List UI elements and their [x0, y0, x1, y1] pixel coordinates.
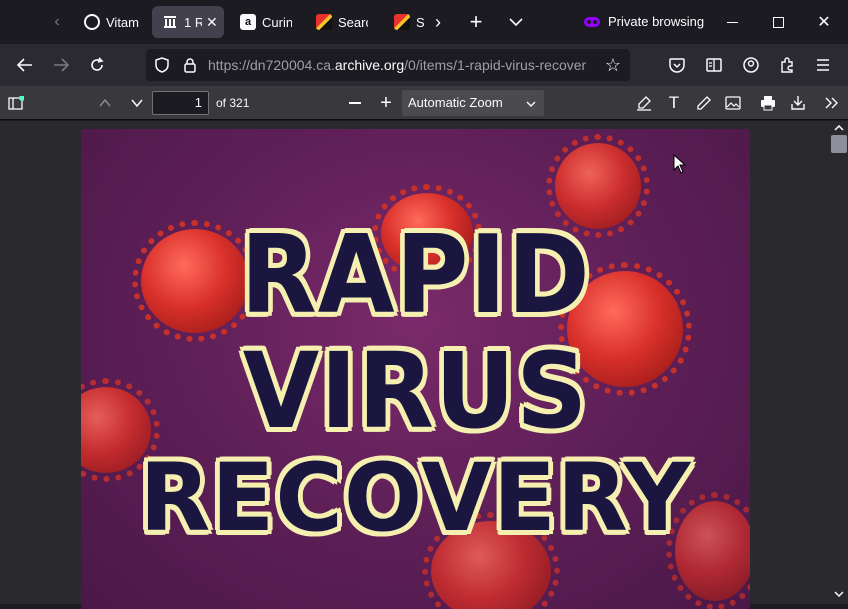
scrollbar-thumb[interactable]	[831, 135, 847, 153]
search-engine-icon	[394, 14, 410, 30]
tracking-protection-shield-icon[interactable]	[152, 56, 172, 74]
extensions-icon[interactable]	[776, 54, 798, 76]
maximize-icon[interactable]	[768, 12, 788, 32]
scroll-up-arrow-icon[interactable]	[833, 123, 845, 133]
url-path: /0/items/1-rapid-virus-recover	[404, 57, 587, 73]
pdf-toolbar: 1 of 321 + Automatic Zoom T	[0, 86, 848, 120]
cover-title-line-2: VIRUS	[242, 330, 589, 452]
next-page-icon[interactable]	[128, 94, 146, 112]
amazon-icon: a	[240, 14, 256, 30]
minimize-icon[interactable]	[722, 12, 742, 32]
tab-search-1[interactable]: Searc	[316, 6, 368, 38]
tools-overflow-icon[interactable]	[822, 93, 842, 113]
page-count-label: of 321	[216, 96, 250, 110]
highlight-icon[interactable]	[634, 93, 654, 113]
tab-label: Curin	[262, 14, 292, 30]
tab-amazon[interactable]: a Curin	[240, 6, 292, 38]
private-mask-icon	[584, 16, 600, 27]
address-bar[interactable]: https://dn720004.ca.archive.org/0/items/…	[146, 49, 630, 81]
url-text[interactable]: https://dn720004.ca.archive.org/0/items/…	[208, 57, 600, 73]
pdf-viewer-container[interactable]: RAPID VIRUS RECOVERY	[0, 121, 848, 609]
archive-icon	[162, 14, 178, 30]
text-tool-icon[interactable]: T	[664, 93, 684, 113]
reader-view-icon[interactable]	[703, 54, 725, 76]
pdf-page-cover: RAPID VIRUS RECOVERY	[81, 129, 750, 609]
lock-icon[interactable]	[180, 56, 200, 74]
list-all-tabs-icon[interactable]	[505, 12, 527, 32]
chevron-down-icon	[526, 90, 536, 116]
ring-icon	[84, 14, 100, 30]
search-engine-icon	[316, 14, 332, 30]
tab-label: Se	[416, 14, 424, 30]
url-prefix: https://dn720004.ca.	[208, 57, 335, 73]
draw-pen-icon[interactable]	[694, 93, 714, 113]
tab-archive[interactable]: 1 R ✕	[152, 6, 224, 38]
image-tool-icon[interactable]	[723, 93, 743, 113]
cover-title-line-3: RECOVERY	[139, 444, 692, 553]
navigation-toolbar: https://dn720004.ca.archive.org/0/items/…	[0, 44, 848, 86]
tab-search-2[interactable]: Se	[394, 6, 424, 38]
close-tab-icon[interactable]: ✕	[206, 14, 218, 31]
url-domain: archive.org	[334, 57, 405, 73]
print-icon[interactable]	[758, 93, 778, 113]
tab-label: 1 R	[184, 14, 202, 30]
page-number-input[interactable]: 1	[152, 91, 209, 115]
tab-scroll-right-icon[interactable]: ›	[428, 12, 448, 32]
forward-icon[interactable]	[50, 54, 72, 76]
bookmark-star-icon[interactable]: ☆	[602, 55, 624, 75]
vertical-scrollbar[interactable]	[830, 121, 848, 604]
save-download-icon[interactable]	[788, 93, 808, 113]
tab-vitamin[interactable]: Vitam	[84, 6, 140, 38]
reload-icon[interactable]	[86, 54, 108, 76]
new-tab-icon[interactable]: +	[465, 9, 487, 34]
mouse-pointer-icon	[673, 153, 687, 174]
tab-strip: ‹ Vitam 1 R ✕ a Curin Searc Se › + Priva…	[0, 0, 848, 44]
tab-label: Vitam	[106, 14, 139, 30]
private-browsing-label: Private browsing	[608, 14, 705, 29]
private-browsing-indicator: Private browsing	[584, 14, 704, 29]
scroll-down-arrow-icon[interactable]	[833, 589, 845, 599]
previous-page-icon[interactable]	[96, 94, 114, 112]
pocket-icon[interactable]	[666, 54, 688, 76]
back-icon[interactable]	[14, 54, 36, 76]
sidebar-toggle-icon[interactable]	[6, 93, 26, 113]
tab-scroll-left-icon[interactable]: ‹	[48, 12, 66, 32]
cover-title-line-1: RAPID	[240, 213, 591, 338]
zoom-select[interactable]: Automatic Zoom	[402, 90, 544, 116]
account-icon[interactable]	[740, 54, 762, 76]
zoom-select-value: Automatic Zoom	[408, 95, 503, 110]
close-window-icon[interactable]: ✕	[814, 11, 834, 33]
zoom-in-icon[interactable]: +	[376, 92, 396, 114]
tab-label: Searc	[338, 14, 368, 30]
zoom-out-icon[interactable]	[346, 94, 364, 112]
menu-hamburger-icon[interactable]	[812, 54, 834, 76]
